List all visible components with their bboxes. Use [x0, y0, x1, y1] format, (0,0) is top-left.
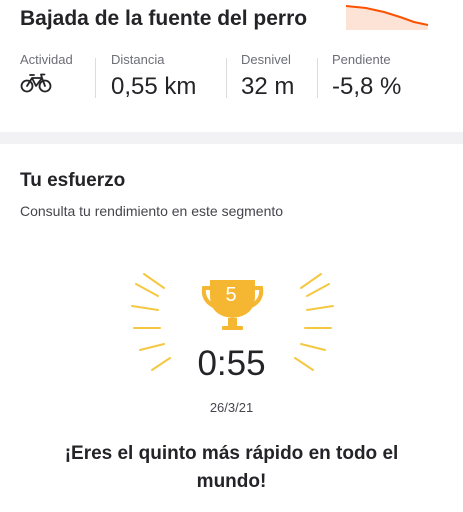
- distance-value: 0,55 km: [111, 73, 197, 100]
- effort-date: 26/3/21: [209, 400, 254, 415]
- stat-distance: Distancia 0,55 km: [111, 52, 196, 101]
- activity-label: Actividad: [20, 52, 73, 67]
- stat-grade: Pendiente -5,8 %: [332, 52, 401, 101]
- grade-label: Pendiente: [332, 52, 391, 67]
- effort-section: Tu esfuerzo Consulta tu rendimiento en e…: [0, 144, 463, 512]
- elevation-value: 32 m: [241, 73, 295, 100]
- stat-divider: [317, 58, 318, 98]
- elevation-profile-sparkline: [345, 5, 429, 30]
- distance-label: Distancia: [111, 52, 165, 67]
- effort-title: Tu esfuerzo: [20, 170, 126, 191]
- effort-time: 0:55: [197, 344, 266, 383]
- bike-icon: [20, 73, 52, 93]
- stat-activity: Actividad: [20, 52, 73, 98]
- effort-subtitle: Consulta tu rendimiento en este segmento: [20, 203, 284, 219]
- segment-title: Bajada de la fuente del perro: [20, 7, 308, 30]
- stat-elevation: Desnivel 32 m: [241, 52, 294, 101]
- elevation-profile-fill: [346, 6, 428, 30]
- elevation-label: Desnivel: [241, 52, 291, 67]
- stat-divider: [226, 58, 227, 98]
- trophy-rank: 5: [225, 284, 237, 306]
- segment-summary-card: Bajada de la fuente del perro Actividad …: [0, 0, 463, 132]
- achievement-message: ¡Eres el quinto más rápido en todo el mu…: [64, 443, 399, 492]
- section-separator: [0, 132, 463, 144]
- grade-value: -5,8 %: [332, 73, 402, 100]
- stat-divider: [95, 58, 96, 98]
